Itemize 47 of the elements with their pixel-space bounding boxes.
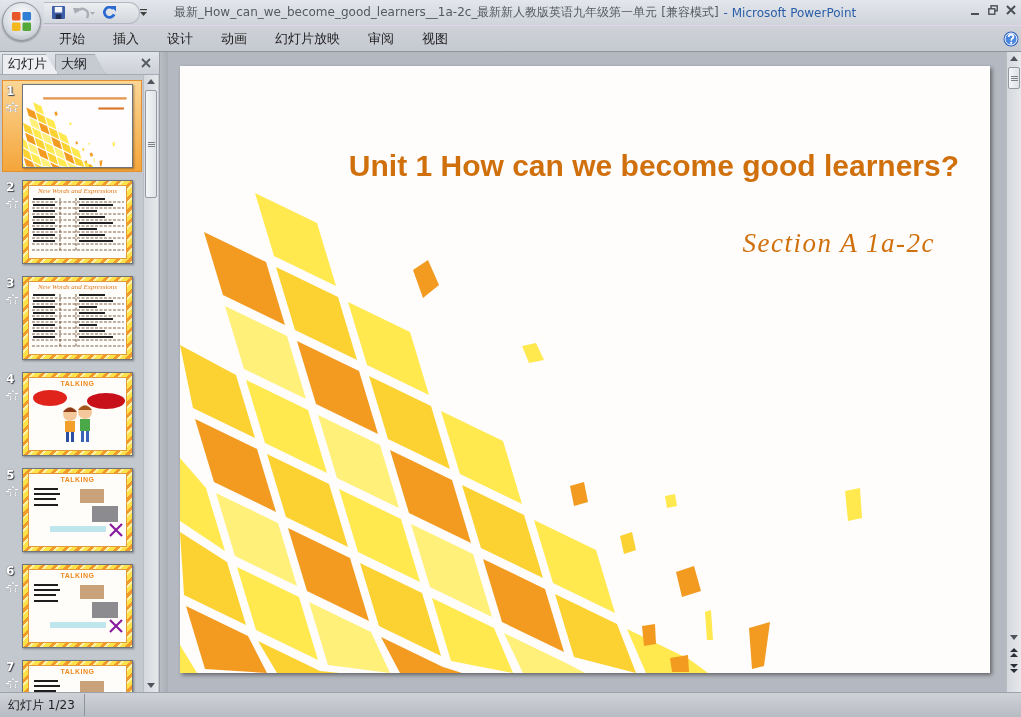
save-button[interactable] bbox=[52, 3, 65, 22]
double-down-icon bbox=[1010, 663, 1018, 673]
close-pane-button[interactable] bbox=[140, 57, 152, 69]
circular-arrow-icon bbox=[103, 6, 116, 19]
minimize-icon bbox=[971, 13, 979, 15]
window-title: 最新_How_can_we_become_good_learners__1a-2c_最新新人教版英语九年级第一单元 [兼容模式] bbox=[174, 4, 719, 21]
ribbon-tab[interactable]: 审阅 bbox=[354, 27, 408, 50]
slide-title: Unit 1 How can we become good learners? bbox=[348, 148, 959, 184]
ribbon-tab[interactable]: 幻灯片放映 bbox=[261, 27, 354, 50]
pane-tab[interactable]: 大纲 bbox=[55, 54, 106, 74]
close-icon bbox=[1006, 5, 1016, 15]
triangle-up-icon bbox=[1010, 56, 1018, 61]
grip-icon bbox=[147, 141, 155, 147]
scrollbar-thumb[interactable] bbox=[145, 90, 157, 198]
slide-number: 7 bbox=[6, 660, 15, 674]
slide-number: 5 bbox=[6, 468, 15, 482]
slide-thumbnail[interactable] bbox=[22, 84, 133, 168]
slide-number: 3 bbox=[6, 276, 15, 290]
ribbon-tab[interactable]: 动画 bbox=[207, 27, 261, 50]
scrollbar-thumb[interactable] bbox=[1008, 67, 1020, 89]
slide-number: 2 bbox=[6, 180, 15, 194]
double-up-icon bbox=[1010, 647, 1018, 657]
triangle-up-icon bbox=[147, 79, 155, 84]
ribbon-tab[interactable]: 设计 bbox=[153, 27, 207, 50]
slide-number: 6 bbox=[6, 564, 15, 578]
repeat-button[interactable] bbox=[103, 3, 116, 22]
slide-counter: 幻灯片 1/23 bbox=[0, 694, 85, 716]
app-name: - Microsoft PowerPoint bbox=[723, 5, 857, 20]
pane-tab[interactable]: 幻灯片 bbox=[2, 54, 58, 74]
close-button[interactable] bbox=[1003, 3, 1019, 17]
help-icon bbox=[1002, 30, 1019, 47]
ribbon-tab[interactable]: 开始 bbox=[45, 27, 99, 50]
restore-icon bbox=[988, 5, 998, 15]
grip-icon bbox=[1010, 75, 1018, 81]
triangle-down-icon bbox=[147, 683, 155, 688]
ribbon-tab[interactable]: 插入 bbox=[99, 27, 153, 50]
four-squares-icon bbox=[11, 11, 32, 32]
ribbon-tab[interactable]: 视图 bbox=[408, 27, 462, 50]
caret-icon bbox=[140, 9, 147, 16]
restore-button[interactable] bbox=[985, 3, 1001, 17]
slide-subtitle: Section A 1a-2c bbox=[742, 227, 935, 260]
slide-number: 4 bbox=[6, 372, 15, 386]
help-button[interactable] bbox=[1002, 30, 1019, 47]
undo-arrow-icon bbox=[73, 5, 95, 20]
triangle-down-icon bbox=[1010, 635, 1018, 640]
slide-number: 1 bbox=[6, 84, 15, 98]
close-icon bbox=[141, 58, 151, 68]
